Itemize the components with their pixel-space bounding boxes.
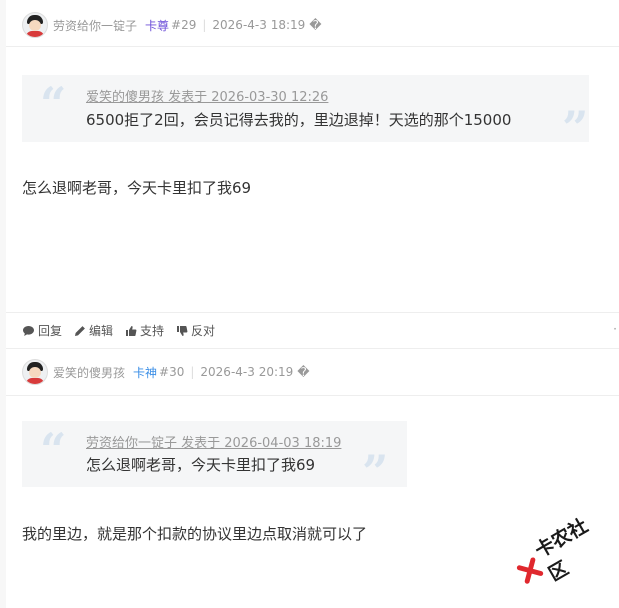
post-content: 怎么退啊老哥，今天卡里扣了我69	[22, 179, 252, 197]
avatar[interactable]	[22, 359, 48, 385]
post-29: 劳资给你一锭子 卡尊 #29 | 2026-4-3 18:19 � “ 爱笑的傻…	[6, 0, 619, 348]
reply-label: 回复	[38, 324, 63, 338]
reply-button[interactable]: 回复	[22, 322, 62, 339]
floor-number[interactable]: #29	[171, 18, 196, 32]
post-content: 我的里边，就是那个扣款的协议里边点取消就可以了	[22, 525, 368, 543]
quote-author-line[interactable]: 劳资给你一锭子 发表于 2026-04-03 18:19	[86, 432, 341, 451]
meta-separator: |	[190, 365, 195, 379]
time-suffix-glyph: �	[297, 365, 310, 379]
post-actions: 回复 编辑 支持 反对	[22, 322, 227, 339]
oppose-label: 反对	[191, 324, 216, 338]
post-divider	[6, 348, 619, 349]
open-quote-icon: “	[40, 77, 67, 131]
username[interactable]: 爱笑的傻男孩	[53, 364, 125, 381]
quote-text: 怎么退啊老哥，今天卡里扣了我69	[86, 456, 316, 474]
quote-author-line[interactable]: 爱笑的傻男孩 发表于 2026-03-30 12:26	[86, 86, 328, 105]
meta-divider	[6, 46, 619, 47]
post-meta: 爱笑的傻男孩 卡神 #30 | 2026-4-3 20:19 �	[22, 358, 310, 386]
floor-number[interactable]: #30	[159, 365, 184, 379]
quote-block: “ 爱笑的傻男孩 发表于 2026-03-30 12:26 6500拒了2回，会…	[22, 75, 589, 151]
rank-badge: 卡尊	[145, 18, 170, 33]
close-quote-icon: ”	[362, 445, 389, 499]
close-quote-icon: ”	[562, 101, 589, 155]
post-time: 2026-4-3 20:19	[200, 365, 294, 379]
thumbs-up-icon	[126, 325, 137, 336]
comment-icon	[23, 325, 34, 336]
thumbs-down-icon	[177, 325, 188, 336]
post-time: 2026-4-3 18:19	[212, 18, 306, 32]
post-meta: 劳资给你一锭子 卡尊 #29 | 2026-4-3 18:19 �	[22, 11, 322, 39]
avatar[interactable]	[22, 12, 48, 38]
quote-block: “ 劳资给你一锭子 发表于 2026-04-03 18:19 怎么退啊老哥，今天…	[22, 421, 407, 495]
open-quote-icon: “	[40, 423, 67, 477]
edit-button[interactable]: 编辑	[74, 322, 113, 339]
quote-text: 6500拒了2回，会员记得去我的，里边退掉！天选的那个15000	[86, 111, 512, 129]
oppose-button[interactable]: 反对	[176, 322, 215, 339]
pencil-icon	[75, 325, 85, 336]
support-button[interactable]: 支持	[125, 322, 164, 339]
username[interactable]: 劳资给你一锭子	[53, 17, 137, 34]
actions-divider	[6, 312, 619, 313]
more-options-dot[interactable]: ·	[613, 322, 617, 336]
edit-label: 编辑	[89, 324, 114, 338]
time-suffix-glyph: �	[309, 18, 322, 32]
meta-divider	[6, 395, 619, 396]
rank-badge: 卡神	[133, 365, 158, 380]
support-label: 支持	[140, 324, 165, 338]
meta-separator: |	[202, 18, 207, 32]
